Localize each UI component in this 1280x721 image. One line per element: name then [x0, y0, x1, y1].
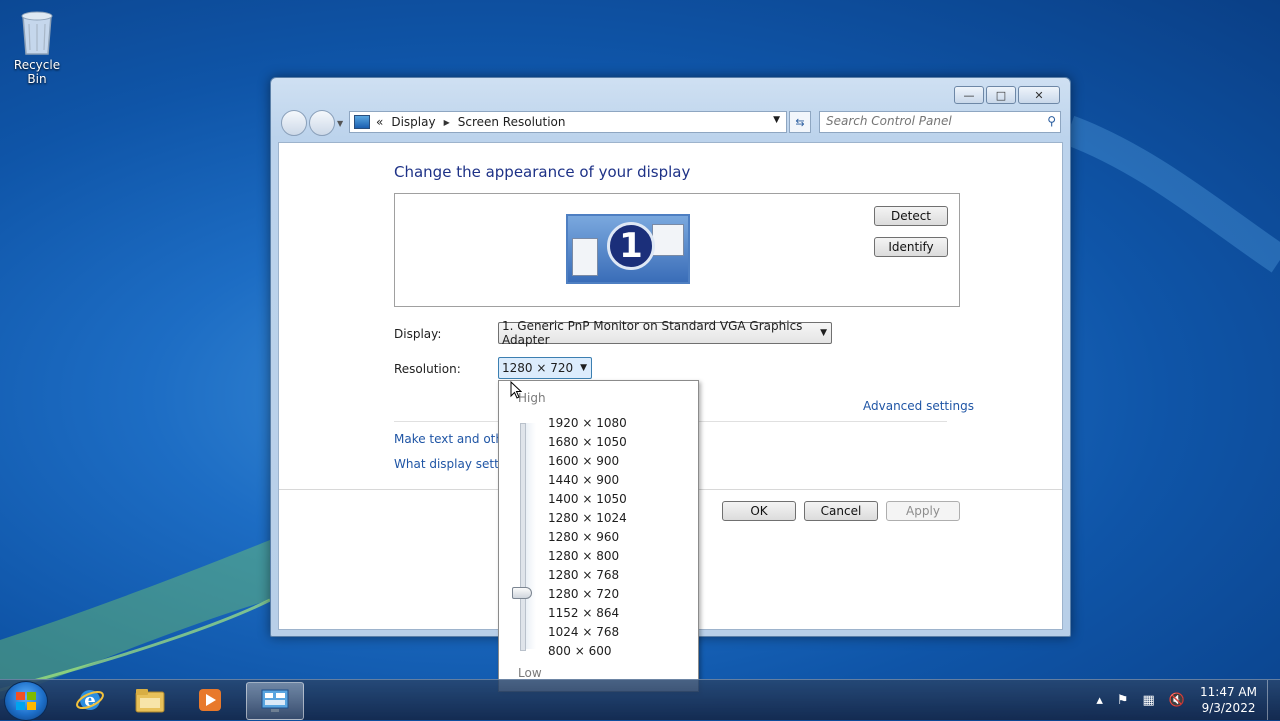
- search-input[interactable]: [820, 112, 1042, 130]
- ok-button[interactable]: OK: [722, 501, 796, 521]
- clock[interactable]: 11:47 AM 9/3/2022: [1200, 684, 1257, 716]
- resolution-option-selected[interactable]: 1280 × 720: [548, 585, 627, 604]
- forward-button[interactable]: [309, 110, 335, 136]
- taskbar-file-explorer[interactable]: [122, 682, 178, 718]
- network-icon[interactable]: ▦: [1143, 693, 1155, 708]
- close-button[interactable]: ✕: [1018, 86, 1060, 104]
- display-preview: 1 Detect Identify: [394, 193, 960, 307]
- system-tray: ▴ ⚑ ▦ 🔇 11:47 AM 9/3/2022: [1089, 680, 1280, 720]
- cancel-button[interactable]: Cancel: [804, 501, 878, 521]
- media-player-icon: [199, 689, 221, 711]
- resolution-option[interactable]: 1280 × 768: [548, 566, 627, 585]
- monitor-1-thumbnail[interactable]: 1: [566, 214, 690, 284]
- slider-low-label: Low: [518, 666, 542, 680]
- show-hidden-icons-icon[interactable]: ▴: [1096, 693, 1103, 708]
- show-desktop-button[interactable]: [1267, 680, 1280, 720]
- desktop-icon-label: Recycle Bin: [13, 58, 61, 86]
- control-panel-icon: [261, 689, 289, 712]
- display-select[interactable]: 1. Generic PnP Monitor on Standard VGA G…: [498, 319, 832, 347]
- resolution-option[interactable]: 1680 × 1050: [548, 433, 627, 452]
- chevron-down-icon: ▼: [580, 363, 587, 373]
- internet-explorer-icon: e: [76, 690, 104, 711]
- resolution-options: 1920 × 1080 1680 × 1050 1600 × 900 1440 …: [548, 414, 627, 661]
- maximize-icon: □: [995, 88, 1007, 102]
- resolution-option[interactable]: 1600 × 900: [548, 452, 627, 471]
- breadcrumb-screen-resolution[interactable]: Screen Resolution: [458, 115, 566, 129]
- monitor-number: 1: [607, 222, 655, 270]
- detect-button[interactable]: Detect: [874, 206, 948, 226]
- taskbar-internet-explorer[interactable]: e: [62, 682, 118, 718]
- refresh-icon: ⇆: [795, 115, 805, 129]
- desktop-icon-recycle-bin[interactable]: Recycle Bin: [4, 6, 70, 86]
- advanced-settings-link[interactable]: Advanced settings: [863, 399, 974, 413]
- address-bar[interactable]: « Display ▶ Screen Resolution ▼: [349, 111, 787, 133]
- window-controls: — □ ✕: [954, 86, 1060, 104]
- apply-button: Apply: [886, 501, 960, 521]
- resolution-label: Resolution:: [394, 362, 461, 376]
- refresh-button[interactable]: ⇆: [789, 111, 811, 133]
- taskbar-control-panel[interactable]: [246, 682, 304, 720]
- clock-time: 11:47 AM: [1200, 685, 1257, 699]
- file-explorer-icon: [135, 689, 165, 713]
- identify-button[interactable]: Identify: [874, 237, 948, 257]
- resolution-dropdown: High 1920 × 1080 1680 × 1050 1600 × 900 …: [498, 380, 699, 692]
- maximize-button[interactable]: □: [986, 86, 1016, 104]
- resolution-option[interactable]: 800 × 600: [548, 642, 627, 661]
- page-title: Change the appearance of your display: [394, 163, 691, 181]
- clock-date: 9/3/2022: [1201, 701, 1256, 715]
- search-icon[interactable]: ⚲: [1047, 114, 1056, 128]
- start-button[interactable]: [4, 681, 48, 721]
- resolution-option[interactable]: 1440 × 900: [548, 471, 627, 490]
- window-thumbnail-icon: [652, 224, 684, 256]
- resolution-slider-thumb[interactable]: [512, 587, 532, 599]
- breadcrumb-overflow[interactable]: «: [376, 115, 383, 129]
- resolution-select-value: 1280 × 720: [502, 361, 574, 375]
- window-thumbnail-icon: [572, 238, 598, 276]
- resolution-option[interactable]: 1920 × 1080: [548, 414, 627, 433]
- resolution-option[interactable]: 1280 × 960: [548, 528, 627, 547]
- resolution-slider-track[interactable]: [520, 423, 526, 651]
- slider-high-label: High: [518, 391, 546, 405]
- display-select-value: 1. Generic PnP Monitor on Standard VGA G…: [502, 319, 803, 347]
- resolution-option[interactable]: 1280 × 1024: [548, 509, 627, 528]
- breadcrumb-separator-icon[interactable]: ▶: [444, 118, 450, 127]
- navigation-bar: ▼ « Display ▶ Screen Resolution ▼ ⇆ ⚲: [279, 110, 1062, 136]
- resolution-option[interactable]: 1280 × 800: [548, 547, 627, 566]
- windows-logo-icon: [16, 692, 36, 710]
- taskbar-media-player[interactable]: [182, 682, 238, 718]
- volume-muted-icon[interactable]: 🔇: [1169, 693, 1185, 708]
- mouse-cursor-icon: [510, 381, 522, 399]
- minimize-button[interactable]: —: [954, 86, 984, 104]
- breadcrumb-display[interactable]: Display: [391, 115, 435, 129]
- address-dropdown-icon[interactable]: ▼: [773, 115, 780, 125]
- taskbar: e ▴ ⚑ ▦ 🔇 11:47 AM 9/3/2022: [0, 679, 1280, 721]
- resolution-option[interactable]: 1024 × 768: [548, 623, 627, 642]
- recycle-bin-icon: [21, 11, 53, 55]
- close-icon: ✕: [1034, 88, 1044, 102]
- control-panel-icon: [354, 115, 370, 129]
- resolution-select[interactable]: 1280 × 720 ▼: [498, 357, 592, 379]
- action-center-flag-icon[interactable]: ⚑: [1117, 693, 1129, 708]
- resolution-option[interactable]: 1400 × 1050: [548, 490, 627, 509]
- back-button[interactable]: [281, 110, 307, 136]
- recent-pages-icon[interactable]: ▼: [337, 119, 343, 128]
- minimize-icon: —: [963, 88, 975, 102]
- display-label: Display:: [394, 327, 442, 341]
- resolution-option[interactable]: 1152 × 864: [548, 604, 627, 623]
- search-box[interactable]: ⚲: [819, 111, 1061, 133]
- chevron-down-icon: ▼: [820, 328, 827, 338]
